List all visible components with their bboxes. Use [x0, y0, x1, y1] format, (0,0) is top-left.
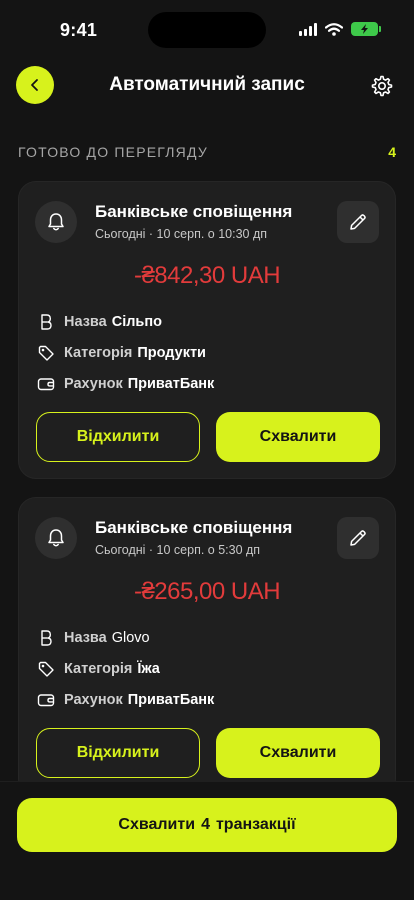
- name-value: Glovo: [111, 630, 150, 646]
- detail-row-account: Рахунок ПриватБанк: [37, 374, 214, 394]
- detail-row-category: Категорія Їжа: [37, 659, 160, 679]
- name-label: Назва: [64, 314, 107, 330]
- detail-row-account: Рахунок ПриватБанк: [37, 690, 214, 710]
- source-icon-badge: [35, 201, 77, 243]
- detail-row-name: Назва Сільпо: [37, 312, 162, 332]
- section-count: 4: [388, 144, 396, 160]
- header: Автоматичний запис: [0, 64, 414, 108]
- status-icons: [299, 22, 381, 36]
- approve-all-prefix: Схвалити: [118, 816, 196, 833]
- status-bar: 9:41: [0, 0, 414, 60]
- name-label: Назва: [64, 630, 107, 646]
- detail-row-name: Назва Glovo: [37, 628, 150, 648]
- account-value: ПриватБанк: [127, 692, 215, 708]
- category-label: Категорія: [64, 345, 133, 361]
- source-icon-badge: [35, 517, 77, 559]
- letter-b-icon: [37, 629, 55, 647]
- wallet-icon: [37, 691, 55, 709]
- transaction-card: Банківське сповіщення Сьогодні · 10 серп…: [18, 497, 396, 797]
- account-value: ПриватБанк: [127, 376, 215, 392]
- detail-row-category: Категорія Продукти: [37, 343, 206, 363]
- page-title: Автоматичний запис: [109, 74, 305, 95]
- wallet-icon: [37, 375, 55, 393]
- screen: 9:41 Автоматичний запис ГОТОВО ДО ПЕРЕГЛ…: [0, 0, 414, 900]
- tag-icon: [37, 344, 55, 362]
- footer-bar: Схвалити 4 транзакції: [0, 781, 414, 900]
- section-header: ГОТОВО ДО ПЕРЕГЛЯДУ 4: [18, 144, 396, 164]
- approve-button[interactable]: Схвалити: [216, 412, 380, 462]
- category-value: Продукти: [137, 345, 206, 361]
- edit-button[interactable]: [337, 517, 379, 559]
- transaction-card: Банківське сповіщення Сьогодні · 10 серп…: [18, 181, 396, 479]
- card-source-title: Банківське сповіщення: [95, 518, 293, 537]
- account-label: Рахунок: [64, 692, 123, 708]
- approve-all-count: 4: [201, 816, 210, 833]
- decline-button[interactable]: Відхилити: [36, 728, 200, 778]
- settings-button[interactable]: [370, 74, 394, 98]
- approve-all-button[interactable]: Схвалити 4 транзакції: [17, 798, 397, 852]
- edit-button[interactable]: [337, 201, 379, 243]
- cellular-signal-icon: [299, 22, 317, 36]
- bell-icon: [48, 529, 64, 547]
- pencil-icon: [350, 214, 366, 230]
- card-date: Сьогодні · 10 серп. о 10:30 дп: [95, 227, 268, 241]
- card-source-title: Банківське сповіщення: [95, 202, 293, 221]
- gear-icon: [371, 75, 393, 97]
- name-value: Сільпо: [111, 314, 162, 330]
- bell-icon: [48, 213, 64, 231]
- card-date: Сьогодні · 10 серп. о 5:30 дп: [95, 543, 261, 557]
- pencil-icon: [350, 530, 366, 546]
- letter-b-icon: [37, 313, 55, 331]
- status-time: 9:41: [60, 20, 98, 40]
- section-label: ГОТОВО ДО ПЕРЕГЛЯДУ: [18, 144, 208, 160]
- approve-button[interactable]: Схвалити: [216, 728, 380, 778]
- category-value: Їжа: [137, 661, 160, 677]
- category-label: Категорія: [64, 661, 133, 677]
- approve-all-suffix: транзакції: [215, 816, 296, 833]
- account-label: Рахунок: [64, 376, 123, 392]
- tag-icon: [37, 660, 55, 678]
- transaction-amount: -₴842,30 UAH: [133, 262, 281, 289]
- wifi-icon: [325, 22, 343, 36]
- dynamic-island: [148, 12, 266, 48]
- battery-charging-icon: [351, 22, 381, 36]
- decline-button[interactable]: Відхилити: [36, 412, 200, 462]
- transaction-amount: -₴265,00 UAH: [133, 578, 281, 605]
